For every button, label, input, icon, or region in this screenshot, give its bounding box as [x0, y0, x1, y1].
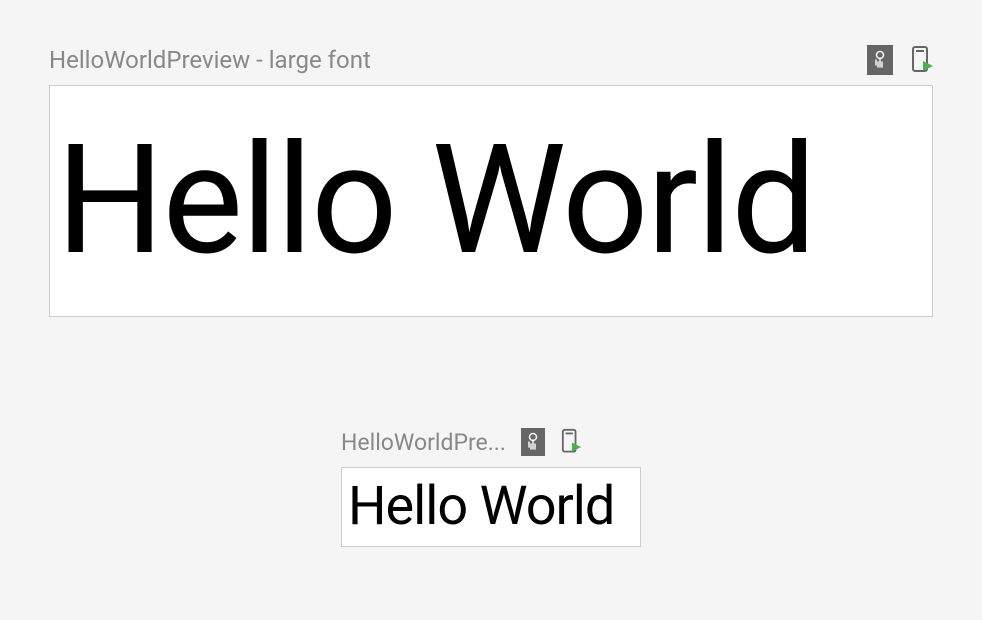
deploy-preview-button[interactable] — [561, 428, 581, 456]
preview-label: HelloWorldPre... — [341, 429, 521, 456]
preview-block-small: HelloWorldPre... — [341, 427, 641, 547]
preview-actions — [521, 428, 581, 456]
preview-header: HelloWorldPre... — [341, 427, 641, 457]
preview-content: Hello World — [348, 480, 614, 534]
interactive-mode-button[interactable] — [867, 45, 893, 75]
preview-panel: HelloWorldPreview - large font — [0, 0, 982, 547]
preview-block-large: HelloWorldPreview - large font — [49, 45, 933, 317]
interactive-mode-button[interactable] — [521, 428, 545, 456]
preview-header: HelloWorldPreview - large font — [49, 45, 933, 75]
preview-canvas-large: Hello World — [49, 85, 933, 317]
interactive-mode-icon — [867, 45, 893, 75]
deploy-preview-icon — [911, 45, 933, 75]
deploy-preview-icon — [561, 428, 581, 456]
preview-canvas-small: Hello World — [341, 467, 641, 547]
deploy-preview-button[interactable] — [911, 45, 933, 75]
preview-actions — [867, 45, 933, 75]
preview-content: Hello World — [56, 125, 815, 277]
interactive-mode-icon — [521, 428, 545, 456]
preview-label: HelloWorldPreview - large font — [49, 46, 867, 74]
